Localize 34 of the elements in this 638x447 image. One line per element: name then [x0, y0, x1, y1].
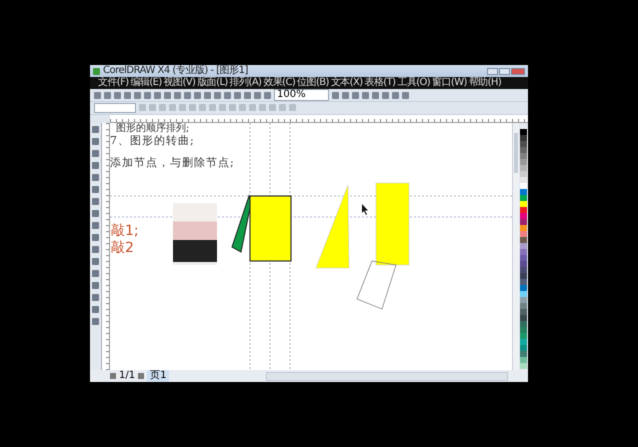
page-count: 1/1 — [119, 370, 136, 382]
app-logo-icon — [93, 68, 100, 74]
color-swatch[interactable] — [520, 128, 527, 135]
zoom-field[interactable]: 100% — [274, 89, 329, 101]
outline-parallelogram — [356, 260, 397, 310]
vertical-scrollbar[interactable] — [512, 122, 519, 370]
cursor-icon — [362, 204, 368, 215]
slanted-parallelogram — [231, 194, 252, 253]
page-tab[interactable]: 页1 — [147, 370, 170, 382]
menu-item[interactable]: 帮助(H) — [468, 77, 502, 89]
menu-item[interactable]: 排列(A) — [230, 77, 262, 89]
menu-item[interactable]: 效果(C) — [263, 77, 296, 89]
menu-item[interactable]: 位图(B) — [297, 77, 329, 89]
canvas-text: 添加节点，与删除节点; — [110, 154, 235, 170]
menu-item[interactable]: 视图(V) — [164, 77, 196, 89]
page-nav-icon[interactable] — [138, 373, 144, 379]
photo-placeholder — [173, 202, 217, 265]
menu-item[interactable]: 文件(F) — [98, 77, 129, 89]
preset-dropdown[interactable] — [94, 102, 136, 113]
menu-item[interactable]: 窗口(W) — [432, 77, 467, 89]
menu-item[interactable]: 工具(O) — [397, 77, 430, 89]
window-title: CorelDRAW X4 (专业版) - [图形1] — [103, 65, 248, 76]
close-button[interactable] — [511, 68, 525, 74]
menu-item[interactable]: 表格(T) — [364, 77, 396, 89]
minimize-button[interactable] — [487, 68, 498, 74]
horizontal-scrollbar[interactable] — [266, 372, 508, 380]
canvas-label: 敲2 — [111, 240, 134, 256]
menu-item[interactable]: 版面(L) — [197, 77, 228, 89]
menu-item[interactable]: 文本(X) — [330, 77, 362, 89]
maximize-button[interactable] — [499, 68, 510, 74]
canvas-text: 7、图形的转曲; — [110, 132, 195, 148]
canvas-label: 敲1; — [111, 222, 139, 239]
outlined-rectangle — [249, 195, 292, 262]
menu-item[interactable]: 编辑(E) — [130, 77, 162, 89]
